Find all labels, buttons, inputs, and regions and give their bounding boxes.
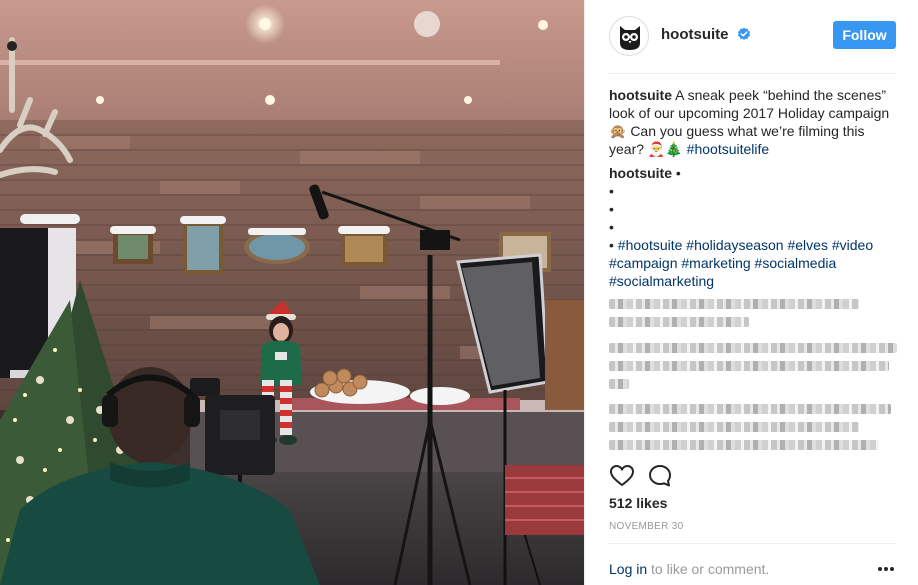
comment-bullet-line: •	[609, 219, 614, 235]
login-link[interactable]: Log in	[609, 561, 647, 577]
post-caption: hootsuite A sneak peek “behind the scene…	[609, 86, 896, 158]
blurred-text-line	[609, 440, 879, 450]
hashtag-link[interactable]: #socialmarketing	[609, 273, 714, 289]
post-photo[interactable]	[0, 0, 584, 585]
verified-badge-icon	[737, 27, 751, 40]
hashtag-link[interactable]: #socialmedia	[755, 255, 837, 271]
post-date[interactable]: NOVEMBER 30	[609, 521, 683, 532]
ellipsis-icon[interactable]	[877, 566, 895, 572]
caption-username[interactable]: hootsuite	[609, 87, 672, 103]
login-prompt-text: to like or comment.	[647, 561, 770, 577]
hashtag-link[interactable]: #video	[832, 237, 873, 253]
hashtag-link[interactable]: #elves	[787, 237, 827, 253]
blurred-text-line	[609, 299, 859, 309]
caption-hashtag-link[interactable]: #hootsuitelife	[687, 141, 770, 157]
avatar[interactable]	[609, 16, 649, 56]
post-details-panel: hootsuite Follow hootsuite A sneak peek …	[584, 0, 918, 585]
hashtag-list: • #hootsuite #holidayseason #elves #vide…	[609, 236, 896, 290]
comment-bullet-line: •	[609, 183, 614, 199]
likes-count[interactable]: 512 likes	[609, 495, 667, 511]
post-actions	[609, 463, 896, 489]
blurred-text-line	[609, 317, 749, 327]
blurred-text-line	[609, 343, 897, 353]
speech-bubble-icon[interactable]	[647, 463, 673, 489]
comment-bullet-line: •	[609, 201, 614, 217]
hashtag-bullet: •	[609, 237, 614, 253]
behind-the-scenes-photo	[0, 0, 584, 585]
hashtag-link[interactable]: #holidayseason	[686, 237, 783, 253]
owl-logo-icon	[610, 17, 648, 55]
hashtag-link[interactable]: #campaign	[609, 255, 678, 271]
post-header: hootsuite Follow	[609, 14, 896, 74]
comment-username[interactable]: hootsuite	[609, 165, 672, 181]
comment-item: hootsuite •	[609, 164, 896, 182]
heart-icon[interactable]	[609, 463, 635, 489]
follow-button[interactable]: Follow	[833, 21, 896, 49]
post-username[interactable]: hootsuite	[661, 26, 729, 43]
blurred-text-line	[609, 379, 629, 389]
blurred-comment	[609, 404, 899, 458]
hashtag-link[interactable]: #hootsuite	[618, 237, 683, 253]
blurred-text-line	[609, 422, 859, 432]
blurred-text-line	[609, 361, 889, 371]
blurred-text-line	[609, 404, 891, 414]
comment-bullet: •	[675, 165, 681, 181]
login-prompt: Log in to like or comment.	[609, 561, 769, 577]
hashtag-link[interactable]: #marketing	[681, 255, 750, 271]
blurred-comment	[609, 299, 899, 335]
divider	[609, 543, 896, 544]
blurred-comment	[609, 343, 899, 397]
